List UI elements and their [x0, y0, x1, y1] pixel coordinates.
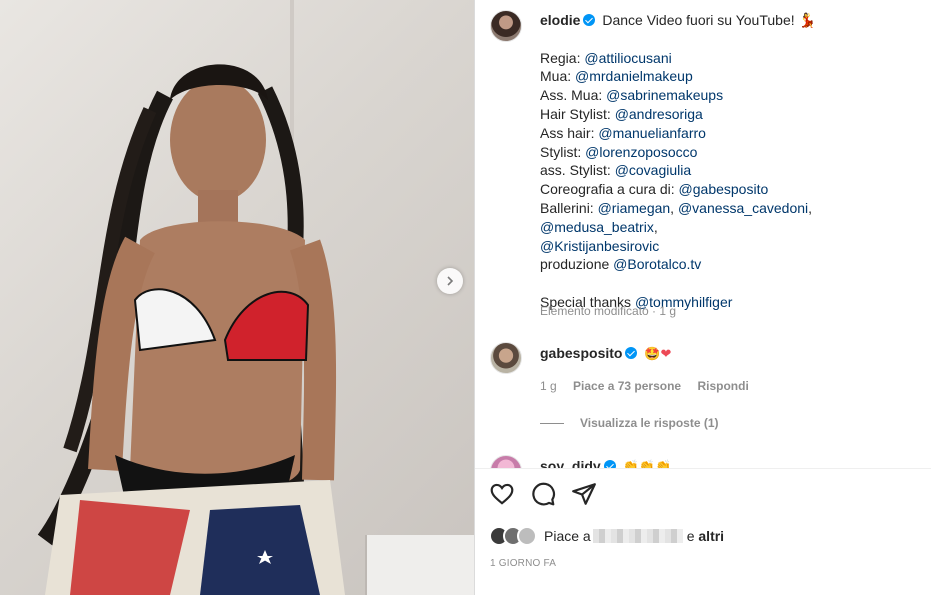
liked-by-text: Piace ae altri: [544, 528, 725, 544]
credit-line: ass. Stylist: @covagiulia: [540, 162, 692, 179]
post-caption: elodie Dance Video fuori su YouTube! 💃 R…: [540, 11, 920, 312]
post-media[interactable]: [0, 0, 474, 595]
others-link[interactable]: altri: [698, 528, 724, 544]
chevron-right-icon: [447, 276, 454, 286]
mention-link[interactable]: @lorenzoposocco: [585, 144, 697, 160]
actions-divider: [475, 468, 931, 469]
author-avatar[interactable]: [490, 10, 522, 42]
credit-line: Regia: @attiliocusani: [540, 49, 672, 66]
redacted-username: [592, 529, 683, 543]
verified-badge-icon: [583, 14, 596, 26]
view-replies-label: Visualizza le risposte (1): [580, 416, 719, 430]
ballerini-line: Ballerini: @riamegan, @vanessa_cavedoni,…: [540, 199, 813, 235]
mention-link[interactable]: @manuelianfarro: [598, 125, 706, 141]
comments-scroll-area[interactable]: elodie Dance Video fuori su YouTube! 💃 R…: [475, 0, 931, 468]
action-bar: [489, 481, 597, 507]
reply-button[interactable]: Rispondi: [697, 379, 748, 393]
mention-link[interactable]: @attiliocusani: [584, 50, 671, 66]
red-heart-emoji: ❤: [660, 347, 672, 362]
mention-link[interactable]: @sabrinemakeups: [606, 87, 723, 103]
ballerini-line-2: @Kristijanbesirovic: [540, 237, 920, 256]
commenter-avatar[interactable]: [490, 342, 522, 374]
comment: gabesposito 🤩❤: [540, 345, 671, 362]
partial-comment: soy_didy 👏👏👏: [540, 458, 671, 468]
liked-by-summary[interactable]: Piace ae altri: [489, 526, 724, 546]
mention-link[interactable]: @Kristijanbesirovic: [540, 238, 659, 254]
comment-bubble-icon: [532, 482, 556, 506]
replies-line: [540, 422, 564, 424]
credit-line: Hair Stylist: @andresoriga: [540, 105, 703, 122]
verified-badge-icon: [625, 347, 638, 359]
verified-badge-icon: [603, 460, 616, 468]
next-media-button[interactable]: [437, 268, 463, 294]
comment-button[interactable]: [530, 481, 556, 507]
mention-link[interactable]: @andresoriga: [615, 106, 703, 122]
liker-avatar: [517, 526, 537, 546]
star-eyes-emoji: 🤩: [644, 347, 661, 362]
mention-link[interactable]: @gabesposito: [679, 181, 769, 197]
commenter-username[interactable]: soy_didy: [540, 458, 601, 468]
post-panel: elodie Dance Video fuori su YouTube! 💃 R…: [475, 0, 931, 595]
caption-meta: Elemento modificato · 1 g: [540, 304, 677, 318]
photo-figure: [37, 64, 345, 595]
mention-link[interactable]: @Borotalco.tv: [613, 256, 701, 272]
mention-link[interactable]: @vanessa_cavedoni: [678, 200, 808, 216]
share-button[interactable]: [571, 481, 597, 507]
commenter-username[interactable]: gabesposito: [540, 345, 622, 361]
clap-emoji: 👏👏👏: [622, 460, 672, 468]
mention-link[interactable]: @medusa_beatrix: [540, 219, 654, 235]
post-timestamp[interactable]: 1 GIORNO FA: [490, 558, 556, 569]
like-button[interactable]: [489, 481, 515, 507]
heart-icon: [490, 483, 514, 505]
comment-likes-link[interactable]: Piace a 73 persone: [573, 379, 681, 393]
credit-line: Stylist: @lorenzoposocco: [540, 143, 698, 160]
credit-line: Coreografia a cura di: @gabesposito: [540, 181, 769, 198]
credit-line: Ass hair: @manuelianfarro: [540, 124, 706, 141]
mention-link[interactable]: @riamegan: [598, 200, 671, 216]
credit-line: Ass. Mua: @sabrinemakeups: [540, 87, 724, 104]
paper-plane-icon: [572, 483, 596, 505]
credit-line: Mua: @mrdanielmakeup: [540, 68, 693, 85]
produzione-line: produzione @Borotalco.tv: [540, 256, 702, 273]
author-username[interactable]: elodie: [540, 12, 580, 28]
caption-title: Dance Video fuori su YouTube! 💃: [602, 12, 816, 28]
comment-meta: 1 g Piace a 73 persone Rispondi: [540, 379, 762, 393]
comment-time: 1 g: [540, 379, 557, 393]
commenter-avatar[interactable]: [490, 455, 522, 468]
view-replies-button[interactable]: Visualizza le risposte (1): [540, 416, 719, 430]
mention-link[interactable]: @mrdanielmakeup: [575, 68, 693, 84]
mention-link[interactable]: @covagiulia: [615, 162, 691, 178]
